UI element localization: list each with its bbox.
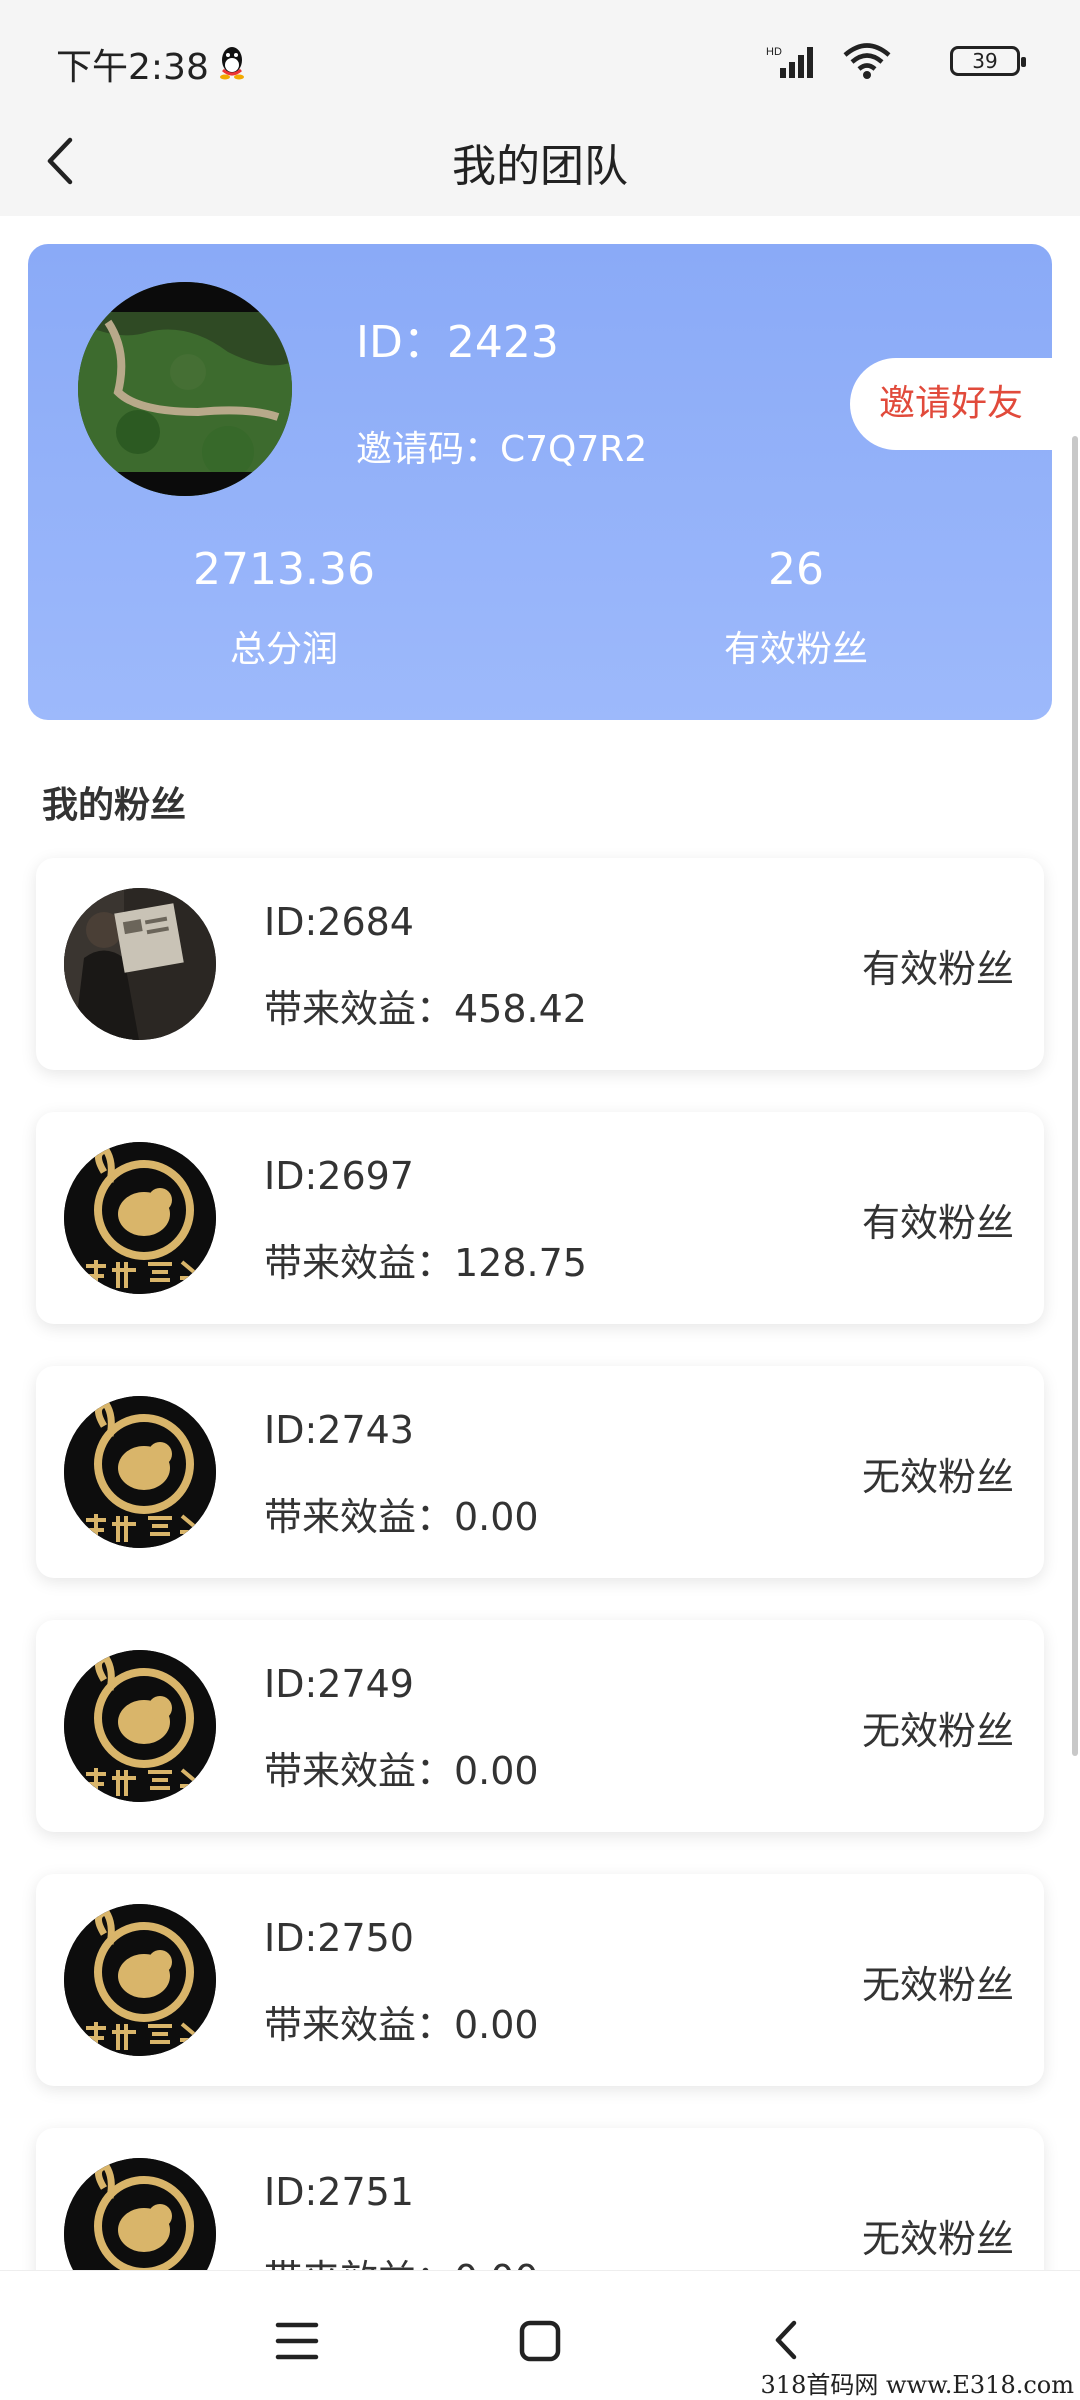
status-time: 下午2:38 — [56, 47, 209, 88]
valid-fans-value: 26 — [768, 544, 824, 595]
fan-status: 无效粉丝 — [861, 1455, 1014, 1499]
total-profit-stat: 2713.36 总分润 — [84, 540, 484, 672]
fan-avatar — [64, 1396, 216, 1548]
status-bar: 下午2:38 HD 39 — [0, 0, 1080, 110]
fan-earnings: 带来效益：458.42 — [264, 987, 587, 1031]
watermark: 318首码网 www.E318.com — [760, 2371, 1074, 2399]
fan-list-item[interactable]: ID:2743 带来效益：0.00 无效粉丝 — [36, 1366, 1044, 1578]
fan-id: ID:2750 — [264, 1916, 414, 1960]
page-title: 我的团队 — [452, 141, 628, 192]
gold-cat-logo-icon — [64, 1142, 216, 1294]
fan-avatar — [64, 888, 216, 1040]
fan-status: 无效粉丝 — [861, 1963, 1014, 2007]
home-square-icon — [519, 2320, 561, 2362]
invite-code: 邀请码：C7Q7R2 — [356, 429, 648, 470]
fan-list-item[interactable]: ID:2751 带来效益：0.00 无效粉丝 — [36, 2128, 1044, 2270]
content-area[interactable]: ID：2423 邀请码：C7Q7R2 邀请好友 2713.36 总分润 26 有… — [0, 216, 1080, 2270]
gold-cat-logo-icon — [64, 1904, 216, 2056]
fan-avatar — [64, 1904, 216, 2056]
team-summary-card: ID：2423 邀请码：C7Q7R2 邀请好友 2713.36 总分润 26 有… — [28, 244, 1052, 720]
fan-id: ID:2749 — [264, 1662, 414, 1706]
status-right-group: HD 39 — [720, 40, 1026, 80]
fan-list-item[interactable]: ID:2749 带来效益：0.00 无效粉丝 — [36, 1620, 1044, 1832]
signal-icon: HD — [766, 46, 813, 78]
user-id: ID：2423 — [356, 317, 559, 368]
fan-status: 有效粉丝 — [861, 1201, 1014, 1245]
fan-avatar — [64, 2158, 216, 2270]
recent-apps-button[interactable] — [258, 2311, 338, 2371]
landscape-avatar-image — [78, 282, 292, 496]
wifi-icon — [843, 43, 891, 79]
gold-cat-logo-icon — [64, 1650, 216, 1802]
fan-avatar — [64, 1650, 216, 1802]
fan-id: ID:2743 — [264, 1408, 414, 1452]
fan-list-item[interactable]: ID:2750 带来效益：0.00 无效粉丝 — [36, 1874, 1044, 2086]
fan-earnings: 带来效益：0.00 — [264, 2003, 539, 2047]
fan-status: 有效粉丝 — [861, 947, 1014, 991]
fan-earnings: 带来效益：0.00 — [264, 1749, 539, 1793]
fans-section-title: 我的粉丝 — [42, 785, 187, 826]
fan-list-item[interactable]: ID:2697 带来效益：128.75 有效粉丝 — [36, 1112, 1044, 1324]
total-profit-label: 总分润 — [229, 629, 338, 670]
invite-friends-button[interactable]: 邀请好友 — [850, 358, 1052, 450]
valid-fans-stat: 26 有效粉丝 — [596, 540, 996, 672]
gold-cat-logo-icon — [64, 1396, 216, 1548]
fan-id: ID:2751 — [264, 2170, 414, 2214]
menu-icon — [275, 2322, 319, 2360]
qq-icon — [220, 47, 244, 80]
home-button[interactable] — [500, 2305, 580, 2375]
svg-text:HD: HD — [766, 46, 782, 58]
battery-icon: 39 — [950, 46, 1026, 76]
fan-avatar — [64, 1142, 216, 1294]
fan-id: ID:2684 — [264, 900, 414, 944]
valid-fans-label: 有效粉丝 — [723, 629, 868, 670]
fan-id: ID:2697 — [264, 1154, 414, 1198]
fan-list-item[interactable]: ID:2684 带来效益：458.42 有效粉丝 — [36, 858, 1044, 1070]
person-reading-avatar-image — [64, 888, 216, 1040]
scrollbar[interactable] — [1072, 436, 1078, 1756]
fan-status: 无效粉丝 — [861, 2217, 1014, 2261]
fan-earnings: 带来效益：0.00 — [264, 2248, 539, 2270]
fan-status: 无效粉丝 — [861, 1709, 1014, 1753]
user-avatar — [78, 282, 292, 496]
fan-earnings: 带来效益：128.75 — [264, 1241, 587, 1285]
total-profit-value: 2713.36 — [193, 544, 375, 595]
nav-bar: 我的团队 — [0, 110, 1080, 216]
fan-earnings: 带来效益：0.00 — [264, 1495, 539, 1539]
gold-cat-logo-icon — [64, 2158, 216, 2270]
system-nav-bar: 318首码网 www.E318.com — [0, 2270, 1080, 2400]
